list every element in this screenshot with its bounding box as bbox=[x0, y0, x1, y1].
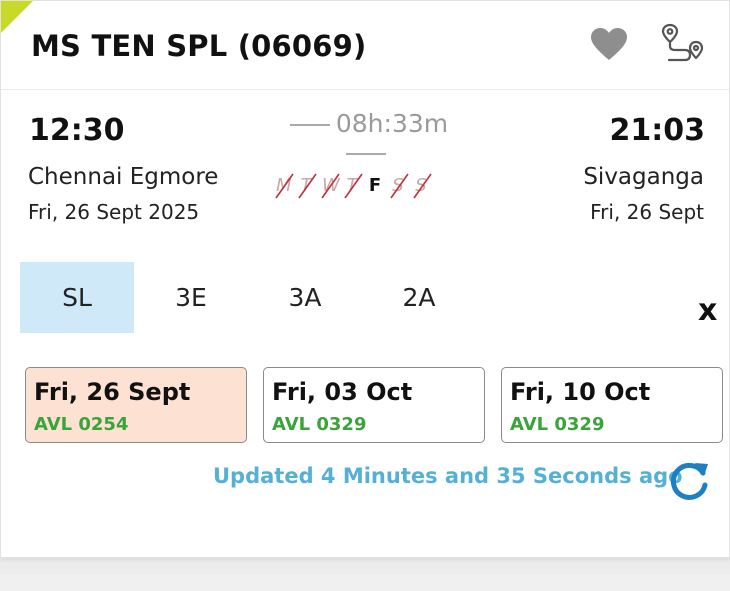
arrival-date: Fri, 26 Sept bbox=[590, 200, 704, 224]
day-5: S bbox=[390, 173, 409, 199]
strike-mark bbox=[275, 173, 294, 199]
availability-date: Fri, 26 Sept bbox=[34, 378, 191, 406]
availability-status: AVL 0254 bbox=[34, 414, 129, 435]
class-tab-2a[interactable]: 2A bbox=[362, 262, 476, 333]
refresh-icon[interactable] bbox=[667, 459, 711, 503]
class-tab-3a[interactable]: 3A bbox=[248, 262, 362, 333]
availability-date: Fri, 10 Oct bbox=[510, 378, 651, 406]
route-map-icon[interactable] bbox=[661, 22, 705, 66]
strike-mark bbox=[321, 173, 340, 199]
availability-card[interactable]: Fri, 03 Oct AVL 0329 bbox=[263, 367, 485, 443]
strike-mark bbox=[390, 173, 409, 199]
departure-date: Fri, 26 Sept 2025 bbox=[28, 200, 200, 224]
heart-icon[interactable] bbox=[590, 27, 628, 61]
duration-text: 08h:33m bbox=[335, 109, 449, 138]
departure-time: 12:30 bbox=[29, 113, 125, 148]
strike-mark bbox=[298, 173, 317, 199]
availability-card[interactable]: Fri, 10 Oct AVL 0329 bbox=[501, 367, 723, 443]
running-days: MTWTFSS bbox=[275, 173, 432, 199]
day-4: F bbox=[368, 175, 382, 196]
journey-duration: 08h:33m bbox=[261, 109, 471, 167]
day-3: T bbox=[344, 173, 363, 199]
class-tab-3e[interactable]: 3E bbox=[134, 262, 248, 333]
strike-mark bbox=[413, 173, 432, 199]
class-tab-sl[interactable]: SL bbox=[20, 262, 134, 333]
availability-status: AVL 0329 bbox=[272, 414, 367, 435]
header-divider bbox=[1, 89, 729, 90]
arrival-time: 21:03 bbox=[609, 113, 706, 148]
strike-mark bbox=[344, 173, 363, 199]
next-card-edge bbox=[0, 574, 730, 591]
duration-line-right bbox=[346, 153, 386, 155]
to-station: Sivaganga bbox=[583, 164, 704, 190]
close-icon[interactable]: x bbox=[698, 293, 717, 328]
availability-card[interactable]: Fri, 26 Sept AVL 0254 bbox=[25, 367, 247, 443]
from-station: Chennai Egmore bbox=[28, 164, 219, 190]
train-card: MS TEN SPL (06069) 12:30 08h:33m 21:03 C… bbox=[0, 0, 730, 558]
updated-status: Updated 4 Minutes and 35 Seconds ago bbox=[213, 464, 683, 488]
train-title: MS TEN SPL (06069) bbox=[31, 29, 367, 63]
corner-accent bbox=[1, 1, 33, 33]
day-1: T bbox=[298, 173, 317, 199]
day-6: S bbox=[413, 173, 432, 199]
availability-date: Fri, 03 Oct bbox=[272, 378, 413, 406]
availability-status: AVL 0329 bbox=[510, 414, 605, 435]
duration-line-left bbox=[289, 124, 330, 126]
day-0: M bbox=[275, 173, 294, 199]
day-2: W bbox=[321, 173, 340, 199]
